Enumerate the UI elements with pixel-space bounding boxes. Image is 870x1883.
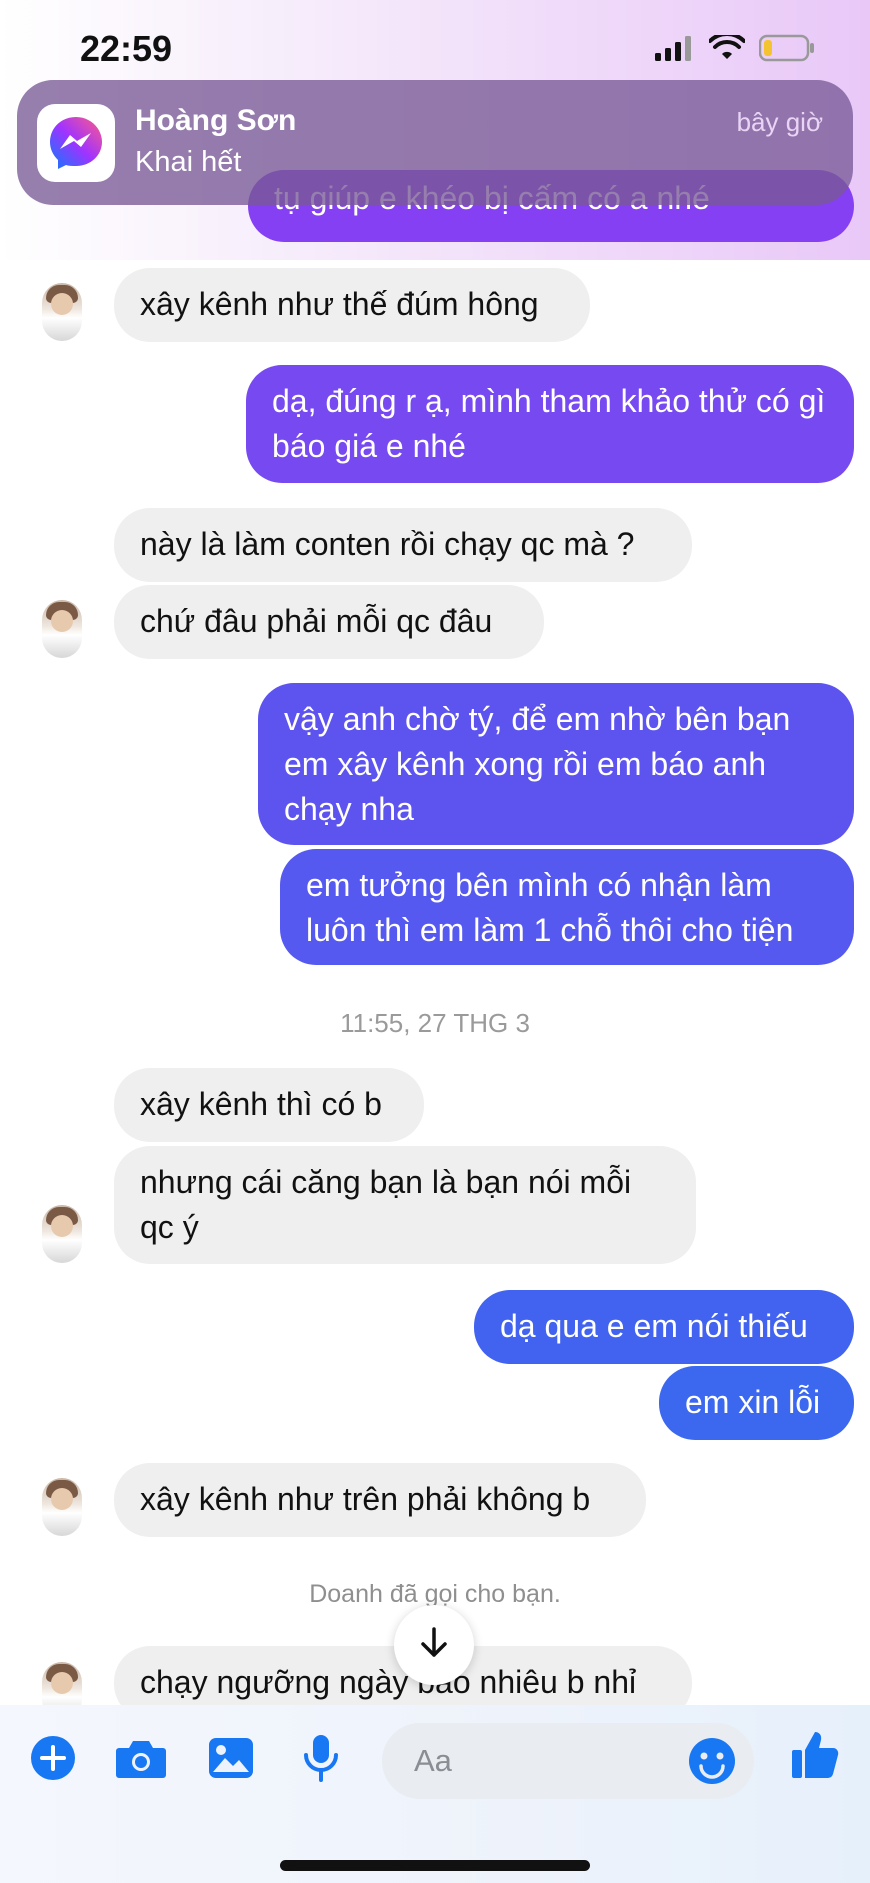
message-text: chứ đâu phải mỗi qc đâu [140,603,493,639]
message-text: em xin lỗi [685,1384,821,1420]
home-indicator [280,1860,590,1871]
message-text: em tưởng bên mình có nhận làm luôn thì e… [306,867,794,948]
incoming-message[interactable]: này là làm conten rồi chạy qc mà ? [114,508,692,582]
message-text: nhưng cái căng bạn là bạn nói mỗi qc ý [140,1164,632,1245]
emoji-icon[interactable] [686,1735,738,1792]
incoming-message[interactable]: xây kênh thì có b [114,1068,424,1142]
camera-button[interactable] [116,1735,166,1785]
incoming-message[interactable]: xây kênh như thế đúm hông [114,268,590,342]
like-icon [790,1728,840,1785]
camera-icon [115,1736,167,1785]
message-timestamp: 11:55, 27 THG 3 [340,1008,530,1038]
like-button[interactable] [790,1731,840,1781]
image-icon [207,1736,255,1785]
contact-avatar[interactable] [42,600,82,658]
outgoing-message[interactable]: dạ, đúng r ạ, mình tham khảo thử có gì b… [246,365,854,483]
notification-banner[interactable]: Hoàng Sơn Khai hết bây giờ [17,80,853,205]
outgoing-message[interactable]: vậy anh chờ tý, để em nhờ bên bạn em xây… [258,683,854,845]
outgoing-message[interactable]: dạ qua e em nói thiếu [474,1290,854,1364]
outgoing-message[interactable]: em xin lỗi [659,1366,854,1440]
message-text: này là làm conten rồi chạy qc mà ? [140,526,635,562]
message-text: xây kênh như trên phải không b [140,1481,591,1517]
message-text: chạy ngưỡng ngày bao nhiêu b nhỉ [140,1664,637,1700]
notification-message: Khai hết [135,146,242,178]
gallery-button[interactable] [206,1735,256,1785]
notification-sender: Hoàng Sơn [135,104,297,137]
scroll-to-bottom-button[interactable] [394,1605,474,1685]
message-input[interactable]: Aa [382,1723,754,1799]
messenger-icon [37,104,115,182]
message-text: vậy anh chờ tý, để em nhờ bên bạn em xây… [284,701,791,827]
contact-avatar[interactable] [42,1478,82,1536]
message-text: xây kênh như thế đúm hông [140,286,539,322]
microphone-icon [301,1733,341,1788]
outgoing-message[interactable]: em tưởng bên mình có nhận làm luôn thì e… [280,849,854,965]
incoming-message[interactable]: nhưng cái căng bạn là bạn nói mỗi qc ý [114,1146,696,1264]
notification-time: bây giờ [736,107,823,137]
plus-icon [30,1735,76,1786]
message-list[interactable]: tụ giúp e khéo bị cấm có a nhé xây kênh … [0,0,870,1720]
contact-avatar[interactable] [42,1205,82,1263]
message-text: dạ qua e em nói thiếu [500,1308,808,1344]
message-text: xây kênh thì có b [140,1086,382,1122]
voice-button[interactable] [296,1733,346,1788]
message-text: dạ, đúng r ạ, mình tham khảo thử có gì b… [272,383,826,464]
composer-bar: Aa [0,1705,870,1883]
incoming-message[interactable]: xây kênh như trên phải không b [114,1463,646,1537]
input-placeholder: Aa [414,1743,452,1778]
incoming-message[interactable]: chứ đâu phải mỗi qc đâu [114,585,544,659]
contact-avatar[interactable] [42,283,82,341]
arrow-down-icon [417,1626,451,1665]
plus-button[interactable] [28,1735,78,1785]
